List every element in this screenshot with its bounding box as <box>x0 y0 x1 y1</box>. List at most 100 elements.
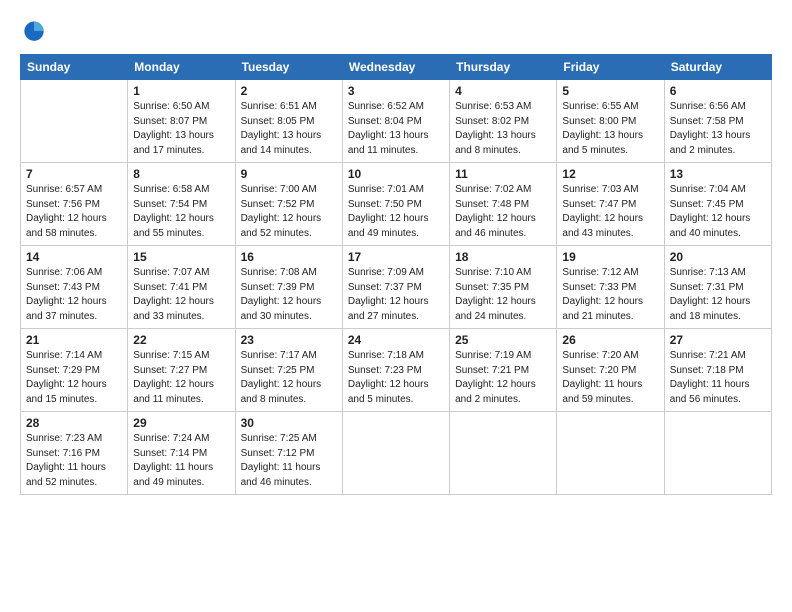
day-info: Sunrise: 6:57 AMSunset: 7:56 PMDaylight:… <box>26 183 122 241</box>
calendar-cell: 16 Sunrise: 7:08 AMSunset: 7:39 PMDayligh… <box>235 246 342 329</box>
calendar-cell: 24 Sunrise: 7:18 AMSunset: 7:23 PMDayligh… <box>342 329 449 412</box>
calendar-cell: 3 Sunrise: 6:52 AMSunset: 8:04 PMDaylight… <box>342 80 449 163</box>
calendar-cell: 11Sunrise: 7:02 AMSunset: 7:48 PMDayligh… <box>450 163 557 246</box>
page: SundayMondayTuesdayWednesdayThursdayFrid… <box>0 0 792 612</box>
header <box>20 18 772 46</box>
calendar-cell: 7 Sunrise: 6:57 AMSunset: 7:56 PMDaylight… <box>21 163 128 246</box>
day-info: Sunrise: 6:58 AMSunset: 7:54 PMDaylight:… <box>133 183 229 241</box>
calendar-cell: 25 Sunrise: 7:19 AMSunset: 7:21 PMDayligh… <box>450 329 557 412</box>
weekday-header-monday: Monday <box>128 55 235 80</box>
day-number: 24 <box>348 333 444 347</box>
calendar-cell: 9 Sunrise: 7:00 AMSunset: 7:52 PMDaylight… <box>235 163 342 246</box>
calendar-cell <box>557 412 664 495</box>
day-info: Sunrise: 6:55 AMSunset: 8:00 PMDaylight:… <box>562 100 658 158</box>
day-info: Sunrise: 7:21 AMSunset: 7:18 PMDaylight:… <box>670 349 766 407</box>
logo-icon <box>20 18 48 46</box>
day-number: 2 <box>241 84 337 98</box>
day-info: Sunrise: 6:51 AMSunset: 8:05 PMDaylight:… <box>241 100 337 158</box>
day-info: Sunrise: 7:25 AMSunset: 7:12 PMDaylight:… <box>241 432 337 490</box>
day-number: 15 <box>133 250 229 264</box>
day-info: Sunrise: 7:06 AMSunset: 7:43 PMDaylight:… <box>26 266 122 324</box>
day-number: 3 <box>348 84 444 98</box>
calendar-week-4: 21 Sunrise: 7:14 AMSunset: 7:29 PMDayligh… <box>21 329 772 412</box>
day-number: 17 <box>348 250 444 264</box>
weekday-header-thursday: Thursday <box>450 55 557 80</box>
weekday-header-row: SundayMondayTuesdayWednesdayThursdayFrid… <box>21 55 772 80</box>
day-info: Sunrise: 7:23 AMSunset: 7:16 PMDaylight:… <box>26 432 122 490</box>
day-number: 8 <box>133 167 229 181</box>
day-info: Sunrise: 7:04 AMSunset: 7:45 PMDaylight:… <box>670 183 766 241</box>
logo <box>20 18 52 46</box>
day-number: 28 <box>26 416 122 430</box>
day-info: Sunrise: 7:09 AMSunset: 7:37 PMDaylight:… <box>348 266 444 324</box>
calendar-cell: 27 Sunrise: 7:21 AMSunset: 7:18 PMDayligh… <box>664 329 771 412</box>
day-number: 11 <box>455 167 551 181</box>
day-number: 29 <box>133 416 229 430</box>
weekday-header-sunday: Sunday <box>21 55 128 80</box>
day-number: 20 <box>670 250 766 264</box>
day-info: Sunrise: 7:15 AMSunset: 7:27 PMDaylight:… <box>133 349 229 407</box>
calendar-cell: 28 Sunrise: 7:23 AMSunset: 7:16 PMDayligh… <box>21 412 128 495</box>
calendar-cell <box>21 80 128 163</box>
day-info: Sunrise: 7:03 AMSunset: 7:47 PMDaylight:… <box>562 183 658 241</box>
day-info: Sunrise: 7:19 AMSunset: 7:21 PMDaylight:… <box>455 349 551 407</box>
day-number: 18 <box>455 250 551 264</box>
day-info: Sunrise: 7:17 AMSunset: 7:25 PMDaylight:… <box>241 349 337 407</box>
weekday-header-friday: Friday <box>557 55 664 80</box>
calendar-cell: 21 Sunrise: 7:14 AMSunset: 7:29 PMDayligh… <box>21 329 128 412</box>
day-number: 27 <box>670 333 766 347</box>
calendar-cell: 2 Sunrise: 6:51 AMSunset: 8:05 PMDaylight… <box>235 80 342 163</box>
weekday-header-saturday: Saturday <box>664 55 771 80</box>
calendar-cell: 15 Sunrise: 7:07 AMSunset: 7:41 PMDayligh… <box>128 246 235 329</box>
calendar-table: SundayMondayTuesdayWednesdayThursdayFrid… <box>20 54 772 495</box>
calendar-cell: 8 Sunrise: 6:58 AMSunset: 7:54 PMDaylight… <box>128 163 235 246</box>
calendar-cell: 20 Sunrise: 7:13 AMSunset: 7:31 PMDayligh… <box>664 246 771 329</box>
day-info: Sunrise: 7:18 AMSunset: 7:23 PMDaylight:… <box>348 349 444 407</box>
weekday-header-wednesday: Wednesday <box>342 55 449 80</box>
calendar-cell: 19Sunrise: 7:12 AMSunset: 7:33 PMDayligh… <box>557 246 664 329</box>
calendar-cell: 22 Sunrise: 7:15 AMSunset: 7:27 PMDayligh… <box>128 329 235 412</box>
day-number: 6 <box>670 84 766 98</box>
calendar-cell: 5 Sunrise: 6:55 AMSunset: 8:00 PMDaylight… <box>557 80 664 163</box>
day-number: 19 <box>562 250 658 264</box>
day-number: 25 <box>455 333 551 347</box>
calendar-cell: 17 Sunrise: 7:09 AMSunset: 7:37 PMDayligh… <box>342 246 449 329</box>
day-info: Sunrise: 7:10 AMSunset: 7:35 PMDaylight:… <box>455 266 551 324</box>
day-info: Sunrise: 7:14 AMSunset: 7:29 PMDaylight:… <box>26 349 122 407</box>
day-number: 9 <box>241 167 337 181</box>
calendar-week-3: 14 Sunrise: 7:06 AMSunset: 7:43 PMDayligh… <box>21 246 772 329</box>
day-number: 13 <box>670 167 766 181</box>
day-info: Sunrise: 7:00 AMSunset: 7:52 PMDaylight:… <box>241 183 337 241</box>
day-info: Sunrise: 7:20 AMSunset: 7:20 PMDaylight:… <box>562 349 658 407</box>
calendar-cell: 29 Sunrise: 7:24 AMSunset: 7:14 PMDayligh… <box>128 412 235 495</box>
day-number: 16 <box>241 250 337 264</box>
day-number: 7 <box>26 167 122 181</box>
calendar-cell <box>664 412 771 495</box>
calendar-cell: 10 Sunrise: 7:01 AMSunset: 7:50 PMDayligh… <box>342 163 449 246</box>
day-info: Sunrise: 7:07 AMSunset: 7:41 PMDaylight:… <box>133 266 229 324</box>
day-info: Sunrise: 6:50 AMSunset: 8:07 PMDaylight:… <box>133 100 229 158</box>
day-number: 1 <box>133 84 229 98</box>
day-info: Sunrise: 7:24 AMSunset: 7:14 PMDaylight:… <box>133 432 229 490</box>
day-number: 30 <box>241 416 337 430</box>
day-number: 5 <box>562 84 658 98</box>
day-number: 21 <box>26 333 122 347</box>
day-number: 12 <box>562 167 658 181</box>
calendar-cell: 26Sunrise: 7:20 AMSunset: 7:20 PMDayligh… <box>557 329 664 412</box>
weekday-header-tuesday: Tuesday <box>235 55 342 80</box>
day-number: 23 <box>241 333 337 347</box>
calendar-cell: 14 Sunrise: 7:06 AMSunset: 7:43 PMDayligh… <box>21 246 128 329</box>
calendar-cell: 6 Sunrise: 6:56 AMSunset: 7:58 PMDaylight… <box>664 80 771 163</box>
day-number: 14 <box>26 250 122 264</box>
day-info: Sunrise: 7:13 AMSunset: 7:31 PMDaylight:… <box>670 266 766 324</box>
day-number: 22 <box>133 333 229 347</box>
day-number: 4 <box>455 84 551 98</box>
day-info: Sunrise: 6:52 AMSunset: 8:04 PMDaylight:… <box>348 100 444 158</box>
day-info: Sunrise: 7:01 AMSunset: 7:50 PMDaylight:… <box>348 183 444 241</box>
day-info: Sunrise: 7:08 AMSunset: 7:39 PMDaylight:… <box>241 266 337 324</box>
calendar-cell: 4 Sunrise: 6:53 AMSunset: 8:02 PMDaylight… <box>450 80 557 163</box>
day-info: Sunrise: 6:53 AMSunset: 8:02 PMDaylight:… <box>455 100 551 158</box>
calendar-cell: 18 Sunrise: 7:10 AMSunset: 7:35 PMDayligh… <box>450 246 557 329</box>
day-number: 10 <box>348 167 444 181</box>
day-info: Sunrise: 6:56 AMSunset: 7:58 PMDaylight:… <box>670 100 766 158</box>
